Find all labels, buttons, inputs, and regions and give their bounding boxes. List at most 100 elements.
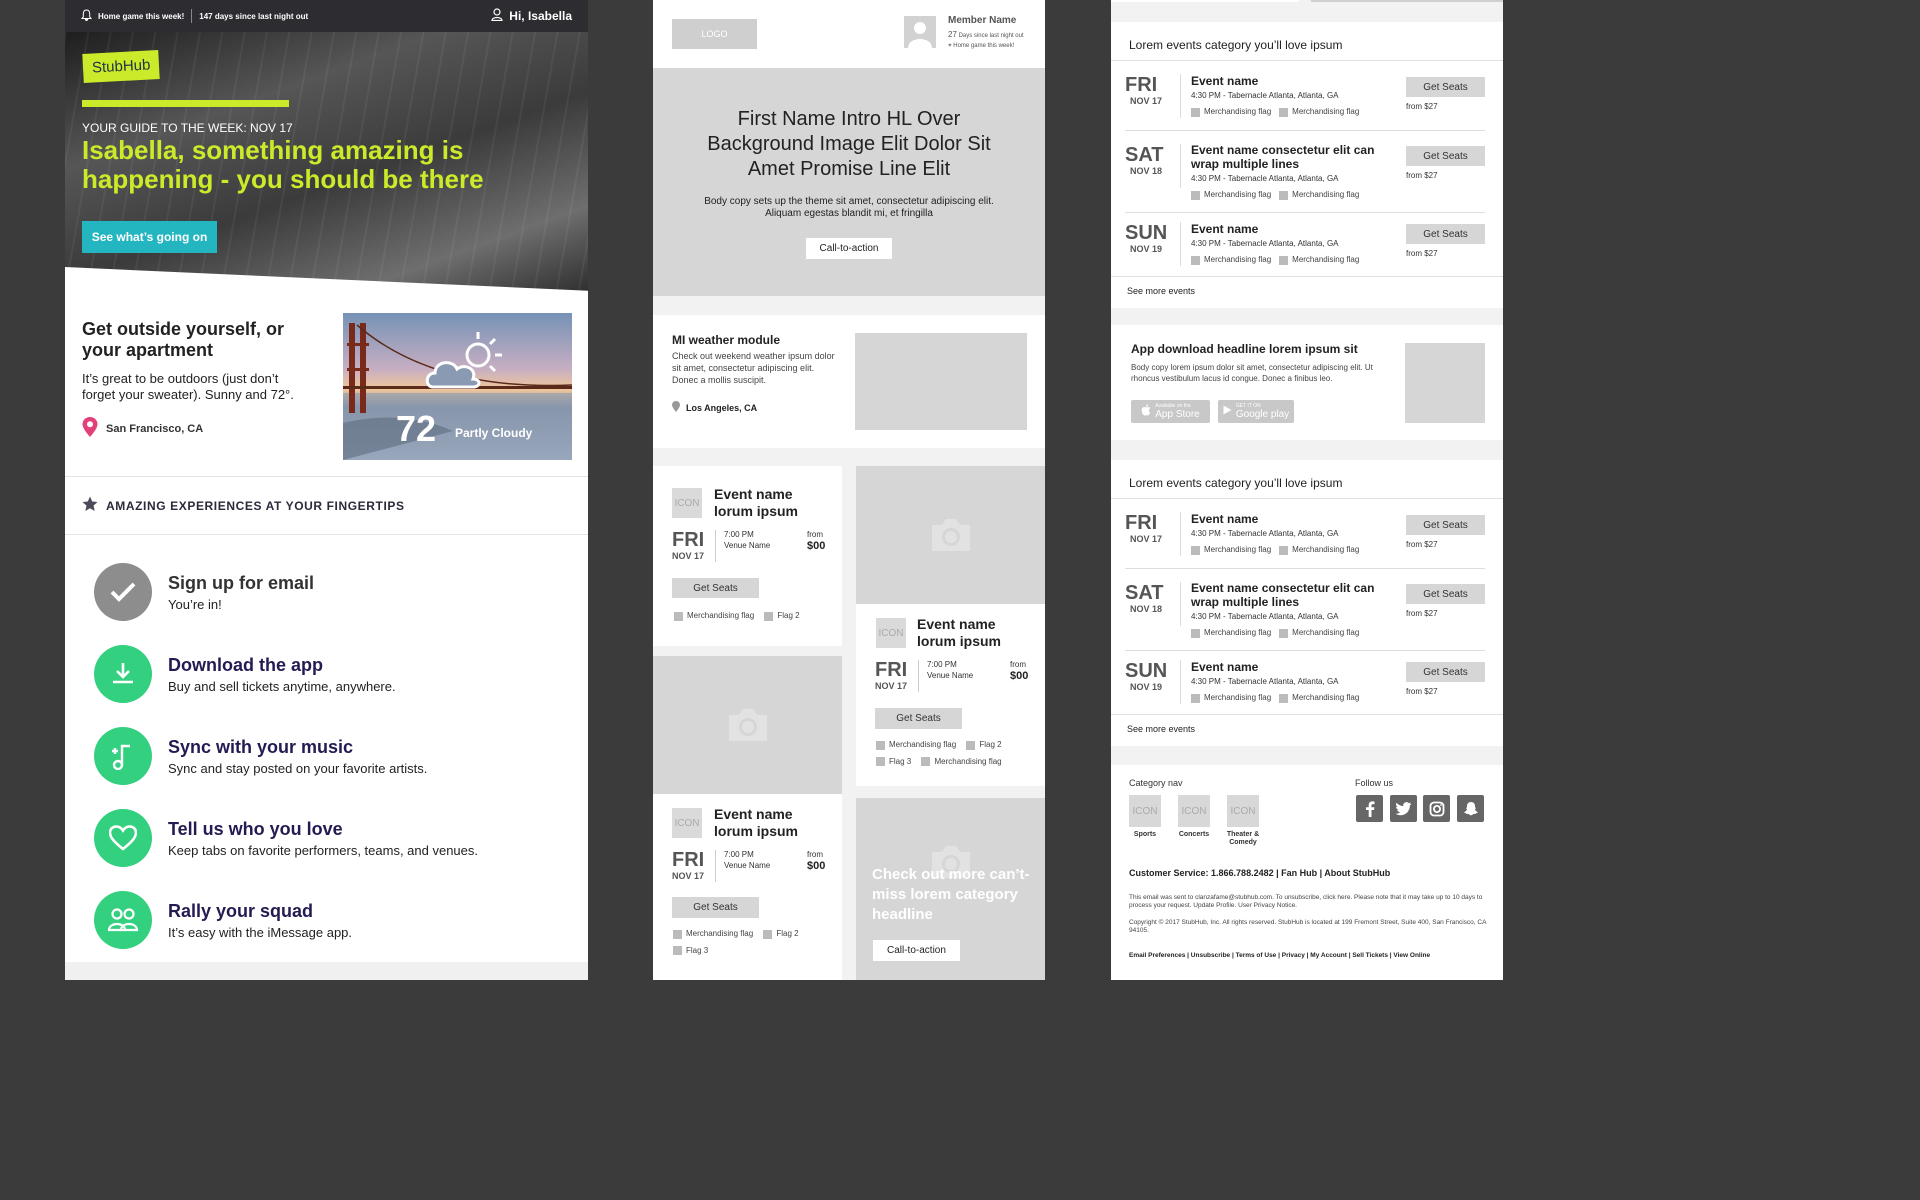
price: from $27 — [1406, 102, 1438, 111]
avatar — [904, 16, 936, 48]
twitter-icon[interactable] — [1390, 795, 1417, 822]
wireframe-panel-2: LOGO Member Name 27 Days since last nigh… — [653, 0, 1045, 980]
follow-us-label: Follow us — [1355, 778, 1394, 788]
flag: Flag 2 — [966, 738, 1002, 752]
event-date: NOV 19 — [1130, 244, 1163, 254]
facebook-icon[interactable] — [1356, 795, 1383, 822]
promo-headline: Check out more can’t-miss lorem category… — [872, 866, 1030, 923]
section-title: Get outside yourself, or your apartment — [82, 319, 285, 360]
section-body: It’s great to be outdoors (just don’t fo… — [82, 371, 294, 402]
logo-placeholder[interactable]: LOGO — [672, 19, 757, 49]
promo-card[interactable]: Check out more can’t-miss lorem category… — [856, 798, 1045, 980]
stubhub-logo[interactable]: StubHub — [82, 50, 161, 83]
event-meta: 4:30 PM - Tabernacle Atlanta, Atlanta, G… — [1191, 612, 1339, 621]
get-seats-button[interactable]: Get Seats — [1406, 224, 1485, 244]
price: from $27 — [1406, 609, 1438, 618]
sports-icon[interactable]: ICON — [1129, 795, 1161, 827]
weather-image: 72 Partly Cloudy — [343, 313, 572, 460]
price: from $27 — [1406, 171, 1438, 180]
category-label[interactable]: Sports — [1120, 831, 1170, 839]
instagram-icon[interactable] — [1423, 795, 1450, 822]
bell-icon — [80, 9, 93, 23]
divider — [1180, 660, 1181, 704]
location: San Francisco, CA — [82, 417, 203, 440]
customer-service-links[interactable]: Customer Service: 1.866.788.2482 | Fan H… — [1129, 868, 1390, 878]
divider — [1125, 568, 1485, 569]
event-card-with-image[interactable]: ICON Event name lorum ipsum FRI NOV 17 7… — [856, 466, 1045, 786]
category-label[interactable]: Concerts — [1169, 831, 1219, 839]
event-name: Event name lorum ipsum — [714, 486, 799, 519]
app-store-badge[interactable]: Available on the App Store — [1131, 400, 1210, 423]
experience-title: Rally your squad — [168, 900, 314, 921]
event-name: Event name — [1191, 74, 1259, 88]
get-seats-button[interactable]: Get Seats — [1406, 662, 1485, 682]
see-whats-going-on-button[interactable]: See what’s going on — [82, 221, 217, 253]
get-seats-button[interactable]: Get Seats — [1406, 77, 1485, 97]
experience-sync-music[interactable]: Sync with your music Sync and stay poste… — [65, 715, 588, 797]
flag: Merchandising flag — [876, 738, 956, 752]
see-more-events-link[interactable]: See more events — [1127, 724, 1195, 734]
price-from-label: from — [807, 530, 823, 539]
category-label[interactable]: Theater & Comedy — [1218, 831, 1268, 847]
divider — [1125, 650, 1485, 651]
weather-module-body: Check out weekend weather ipsum dolor si… — [672, 351, 835, 385]
heart-icon — [94, 809, 152, 867]
hero-accent-bar — [82, 100, 289, 107]
event-name: Event name — [1191, 660, 1259, 674]
apple-icon — [1141, 404, 1151, 419]
see-more-events-link[interactable]: See more events — [1127, 286, 1195, 296]
app-body: Body copy lorem ipsum dolor sit amet, co… — [1131, 363, 1373, 383]
call-to-action-button[interactable]: Call-to-action — [873, 940, 960, 961]
divider — [918, 660, 919, 692]
call-to-action-button[interactable]: Call-to-action — [805, 238, 893, 259]
event-card[interactable]: ICON Event name lorum ipsum FRI NOV 17 7… — [653, 466, 842, 646]
event-meta: 4:30 PM - Tabernacle Atlanta, Atlanta, G… — [1191, 239, 1339, 248]
event-card-with-image[interactable]: ICON Event name lorum ipsum FRI NOV 17 7… — [653, 656, 842, 980]
experience-sign-up-email[interactable]: Sign up for email You’re in! — [65, 551, 588, 633]
get-seats-button[interactable]: Get Seats — [672, 897, 759, 918]
app-headline: App download headline lorem ipsum sit — [1131, 342, 1358, 356]
event-meta: 4:30 PM - Tabernacle Atlanta, Atlanta, G… — [1191, 91, 1339, 100]
wireframe-header: LOGO Member Name 27 Days since last nigh… — [653, 0, 1045, 68]
days-text: Days since last night out — [958, 33, 1024, 39]
hero-body: Body copy sets up the theme sit amet, co… — [704, 196, 994, 219]
event-name: Event name lorum ipsum — [917, 616, 1002, 649]
hero-banner: StubHub YOUR GUIDE TO THE WEEK: NOV 17 I… — [65, 32, 588, 297]
get-seats-button[interactable]: Get Seats — [1406, 515, 1485, 535]
location-pin-icon — [672, 401, 680, 414]
snapchat-icon[interactable] — [1457, 795, 1484, 822]
wireframe-panel-3: Lorem events category you’ll love ipsum … — [1111, 0, 1503, 980]
google-play-badge[interactable]: GET IT ON Google play — [1218, 400, 1294, 423]
greeting[interactable]: Hi, Isabella — [491, 8, 572, 24]
experience-title: Download the app — [168, 654, 323, 675]
heart-icon: ♥ — [948, 43, 952, 49]
experience-download-app[interactable]: Download the app Buy and sell tickets an… — [65, 633, 588, 715]
flag: Flag 2 — [763, 927, 799, 941]
venue-name: Venue Name — [724, 861, 771, 870]
concerts-icon[interactable]: ICON — [1178, 795, 1210, 827]
music-note-icon — [94, 727, 152, 785]
experience-subtitle: You’re in! — [168, 596, 222, 612]
price-from-label: from — [1010, 660, 1026, 669]
footer-links[interactable]: Email Preferences | Unsubscribe | Terms … — [1129, 952, 1430, 959]
divider — [1111, 276, 1503, 277]
event-name: Event name — [1191, 222, 1259, 236]
get-seats-button[interactable]: Get Seats — [672, 578, 759, 598]
get-seats-button[interactable]: Get Seats — [875, 708, 962, 729]
events-category-section: Lorem events category you’ll love ipsum … — [1111, 460, 1503, 746]
hero-placeholder: First Name Intro HL Over Background Imag… — [653, 68, 1045, 296]
camera-icon — [653, 656, 842, 794]
get-seats-button[interactable]: Get Seats — [1406, 584, 1485, 604]
event-icon-placeholder: ICON — [672, 488, 702, 518]
venue-name: Venue Name — [927, 671, 974, 680]
experience-tell-us-love[interactable]: Tell us who you love Keep tabs on favori… — [65, 797, 588, 879]
experience-rally-squad[interactable]: Rally your squad It’s easy with the iMes… — [65, 879, 588, 961]
location-text: Los Angeles, CA — [686, 402, 758, 413]
get-seats-button[interactable]: Get Seats — [1406, 146, 1485, 166]
theater-comedy-icon[interactable]: ICON — [1227, 795, 1259, 827]
event-name: Event name lorum ipsum — [714, 806, 799, 839]
top-edge — [1111, 0, 1503, 2]
event-date: NOV 17 — [672, 871, 705, 881]
days-count: 27 — [948, 30, 957, 39]
event-time-venue: 7:00 PM Venue Name — [724, 529, 770, 551]
